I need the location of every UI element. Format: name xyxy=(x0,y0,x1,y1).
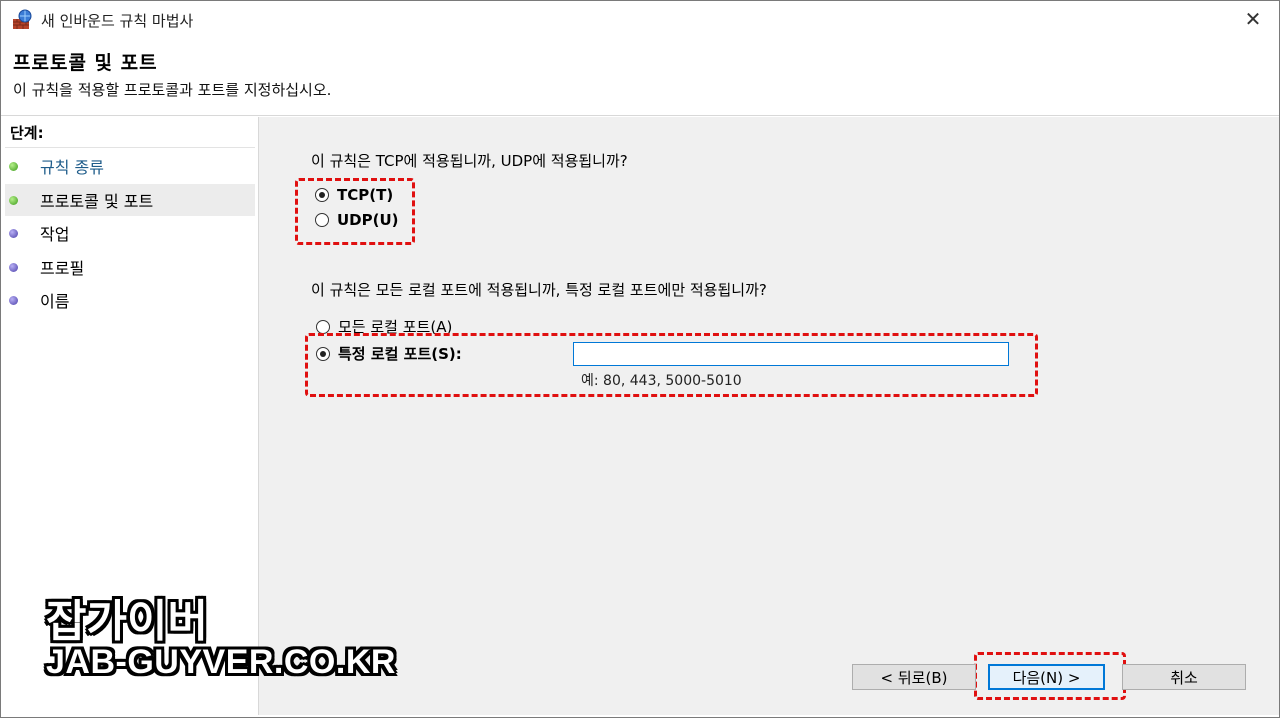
specific-ports-radio[interactable]: 특정 로컬 포트(S): xyxy=(316,343,462,364)
radio-checked-icon xyxy=(315,188,329,202)
watermark-title: 잡가이버 xyxy=(46,596,208,647)
window-title: 새 인바운드 규칙 마법사 xyxy=(41,12,194,30)
step-complete-icon xyxy=(9,161,18,171)
port-example: 예: 80, 443, 5000-5010 xyxy=(581,373,742,389)
step-name[interactable]: 이름 xyxy=(5,284,255,316)
watermark-url: JAB-GUYVER.CO.KR xyxy=(46,643,396,681)
port-question: 이 규칙은 모든 로컬 포트에 적용됩니까, 특정 로컬 포트에만 적용됩니까? xyxy=(311,281,767,299)
page-description: 이 규칙을 적용할 프로토콜과 포트를 지정하십시오. xyxy=(13,81,332,99)
step-label: 프로토콜 및 포트 xyxy=(40,192,154,211)
tcp-radio[interactable]: TCP(T) xyxy=(315,186,393,204)
step-label: 규칙 종류 xyxy=(40,158,104,177)
specific-ports-label: 특정 로컬 포트(S): xyxy=(338,345,462,363)
close-button[interactable]: ✕ xyxy=(1233,3,1273,35)
cancel-button[interactable]: 취소 xyxy=(1122,664,1246,690)
page-title: 프로토콜 및 포트 xyxy=(13,52,158,74)
radio-unchecked-icon xyxy=(315,213,329,227)
udp-label: UDP(U) xyxy=(337,211,399,229)
steps-divider xyxy=(5,147,255,148)
udp-radio[interactable]: UDP(U) xyxy=(315,211,399,229)
wizard-content: 이 규칙은 TCP에 적용됩니까, UDP에 적용됩니까? TCP(T) UDP… xyxy=(259,117,1279,715)
protocol-question: 이 규칙은 TCP에 적용됩니까, UDP에 적용됩니까? xyxy=(311,152,628,170)
wizard-header: 프로토콜 및 포트 이 규칙을 적용할 프로토콜과 포트를 지정하십시오. xyxy=(1,37,1279,116)
radio-checked-icon xyxy=(316,346,330,361)
all-ports-radio[interactable]: 모든 로컬 포트(A) xyxy=(316,316,452,337)
step-action[interactable]: 작업 xyxy=(5,217,255,249)
step-label: 이름 xyxy=(40,292,70,311)
step-pending-icon xyxy=(9,295,18,305)
back-button[interactable]: < 뒤로(B) xyxy=(852,664,976,690)
step-protocol-ports[interactable]: 프로토콜 및 포트 xyxy=(5,184,255,216)
step-label: 프로필 xyxy=(40,259,85,278)
title-bar: 새 인바운드 규칙 마법사 ✕ xyxy=(1,1,1279,37)
step-profile[interactable]: 프로필 xyxy=(5,251,255,283)
next-button[interactable]: 다음(N) > xyxy=(988,664,1105,690)
steps-heading: 단계: xyxy=(10,124,44,142)
step-pending-icon xyxy=(9,262,18,272)
radio-unchecked-icon xyxy=(316,319,330,334)
step-pending-icon xyxy=(9,228,18,238)
step-complete-icon xyxy=(9,195,18,205)
step-label: 작업 xyxy=(40,225,70,244)
all-ports-label: 모든 로컬 포트(A) xyxy=(338,318,453,336)
firewall-wizard-icon xyxy=(13,9,32,29)
tcp-label: TCP(T) xyxy=(337,186,394,204)
step-rule-type[interactable]: 규칙 종류 xyxy=(5,150,255,182)
port-input[interactable] xyxy=(573,342,1009,366)
